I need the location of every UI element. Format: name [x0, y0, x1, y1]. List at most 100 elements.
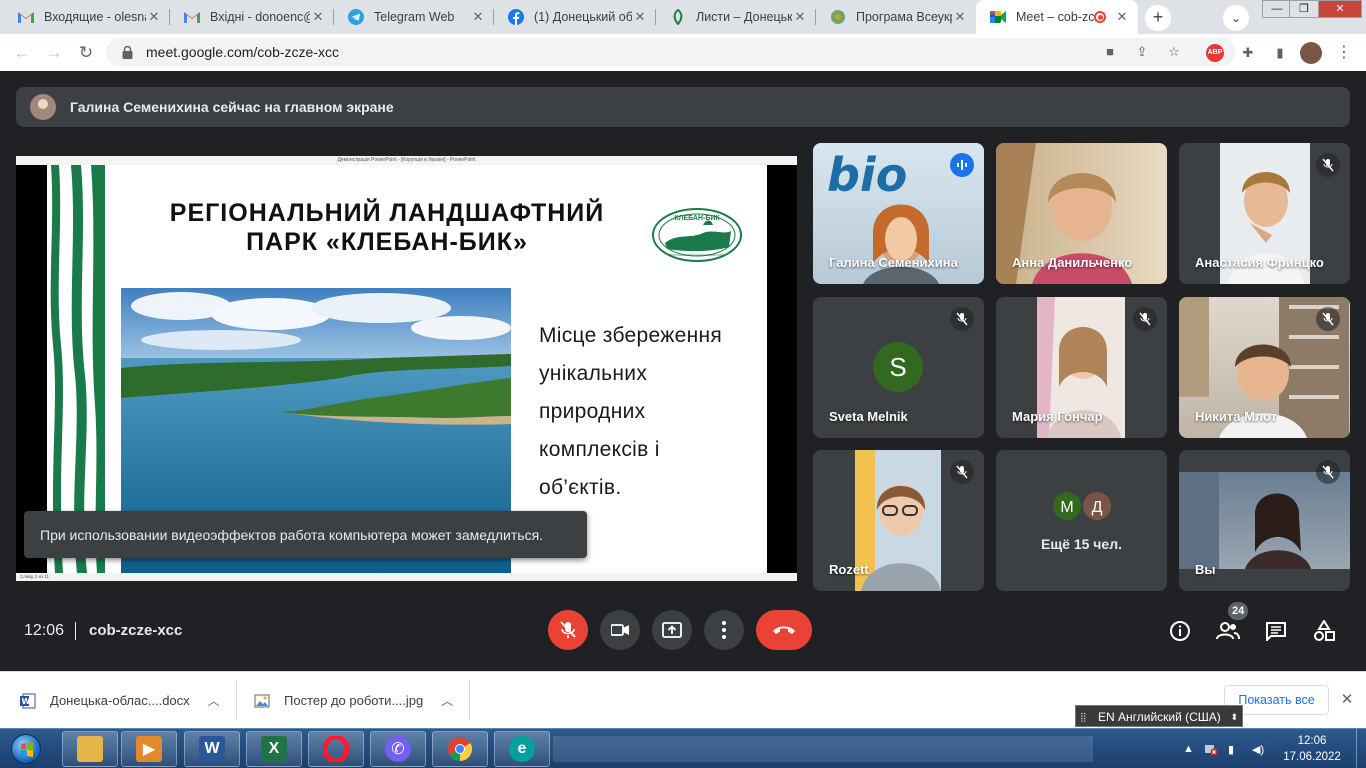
tab-meet-active[interactable]: Meet – cob-zcz ✕ — [976, 0, 1138, 34]
meeting-details-button[interactable] — [1167, 618, 1193, 644]
participant-video — [1179, 472, 1350, 569]
download-item[interactable]: W Донецька-облас....docx ︿ — [20, 672, 220, 729]
start-button[interactable] — [4, 731, 48, 767]
bookmark-star-icon[interactable]: ☆ — [1166, 44, 1182, 60]
participant-tile[interactable]: Мария Гончар — [996, 297, 1167, 438]
tab-title: Листи – Донецьк — [696, 10, 792, 24]
window-close-icon[interactable]: ✕ — [1318, 0, 1362, 18]
tab-telegram[interactable]: Telegram Web ✕ — [334, 0, 494, 34]
share-icon[interactable]: ⇪ — [1134, 44, 1150, 60]
tab-letters[interactable]: Листи – Донецьк ✕ — [656, 0, 816, 34]
participant-tile[interactable]: Никита Млот — [1179, 297, 1350, 438]
taskbar-notification-ghost — [553, 736, 1093, 762]
taskbar-chrome[interactable] — [432, 731, 488, 767]
maximize-icon[interactable]: ❐ — [1289, 0, 1319, 18]
chevron-up-icon[interactable]: ︿ — [208, 692, 220, 709]
profile-avatar[interactable] — [1300, 42, 1322, 64]
show-desktop-button[interactable] — [1356, 729, 1366, 768]
participant-tile[interactable]: Вы — [1179, 450, 1350, 591]
minimize-icon[interactable]: — — [1262, 0, 1292, 18]
participant-tile[interactable]: Rozett — [813, 450, 984, 591]
taskbar-viber[interactable]: ✆ — [370, 731, 426, 767]
participant-tile[interactable]: S Sveta Melnik — [813, 297, 984, 438]
network-error-icon[interactable] — [1204, 729, 1218, 768]
present-screen-button[interactable] — [652, 610, 692, 650]
chat-button[interactable] — [1263, 618, 1289, 644]
taskbar-word[interactable]: W — [184, 731, 240, 767]
participant-tile[interactable]: Анастасия Фринцко — [1179, 143, 1350, 284]
drag-handle-icon[interactable]: ⣿ — [1080, 706, 1087, 728]
tab-search-icon[interactable]: ⌄ — [1223, 5, 1249, 31]
more-participants-label: Ещё 15 чел. — [1041, 536, 1122, 552]
participant-initial-avatar: S — [873, 342, 923, 392]
language-indicator[interactable]: EN Английский (США) ⣿ ⬍ — [1075, 705, 1243, 727]
side-panel-icon[interactable]: ▮ — [1270, 43, 1290, 63]
divider — [75, 622, 76, 640]
divider — [236, 680, 237, 720]
extensions-puzzle-icon[interactable]: ✚ — [1238, 43, 1258, 63]
presenting-banner: Галина Семенихина сейчас на главном экра… — [16, 87, 1350, 127]
taskbar-media-player[interactable]: ▶ — [121, 731, 177, 767]
word-icon: W — [199, 736, 225, 762]
volume-icon[interactable]: ◀) — [1252, 729, 1264, 768]
mic-toggle-button[interactable] — [548, 610, 588, 650]
tab-gmail-inbox[interactable]: Входящие - olesna ✕ — [4, 0, 170, 34]
adblock-icon[interactable]: ABP — [1206, 44, 1224, 62]
menu-kebab-icon[interactable]: ⋮ — [1334, 43, 1354, 63]
tab-program[interactable]: Програма Всеукр ✕ — [816, 0, 976, 34]
people-icon — [1216, 622, 1240, 640]
forward-arrow-icon[interactable]: → — [42, 41, 66, 65]
presenting-text: Галина Семенихина сейчас на главном экра… — [70, 99, 394, 115]
tab-gmail-incoming[interactable]: Вхідні - donoenc@ ✕ — [170, 0, 334, 34]
close-icon[interactable]: ✕ — [792, 9, 808, 25]
camera-in-use-icon[interactable]: ■ — [1102, 44, 1118, 60]
svg-text:bio: bio — [827, 148, 907, 202]
close-icon[interactable]: ✕ — [310, 9, 326, 25]
close-icon[interactable]: ✕ — [1338, 691, 1356, 709]
clock-time: 12:06 — [1297, 735, 1327, 747]
taskbar-clock[interactable]: 12:06 17.06.2022 — [1276, 733, 1348, 765]
camera-icon — [611, 624, 629, 636]
excel-icon: X — [261, 736, 287, 762]
leaf-icon — [670, 9, 686, 25]
mic-off-icon — [950, 460, 974, 484]
mic-off-icon — [1316, 460, 1340, 484]
close-icon[interactable]: ✕ — [632, 9, 648, 25]
battery-icon[interactable]: ▮ — [1228, 729, 1234, 768]
tab-facebook[interactable]: (1) Донецький об ✕ — [494, 0, 656, 34]
more-participants-tile[interactable]: М Д Ещё 15 чел. — [996, 450, 1167, 591]
tab-title: (1) Донецький об — [534, 10, 632, 24]
close-icon[interactable]: ✕ — [470, 9, 486, 25]
activities-button[interactable] — [1311, 618, 1337, 644]
download-item[interactable]: Постер до роботи....jpg ︿ — [254, 672, 453, 729]
taskbar-explorer[interactable] — [62, 731, 118, 767]
tray-show-hidden-icon[interactable]: ▲ — [1183, 729, 1194, 768]
taskbar-opera[interactable] — [308, 731, 364, 767]
close-icon[interactable]: ✕ — [952, 9, 968, 25]
chevron-down-icon[interactable]: ⬍ — [1230, 706, 1238, 728]
address-bar[interactable]: meet.google.com/cob-zcze-xcc ■ ⇪ ☆ — [106, 38, 1236, 66]
camera-toggle-button[interactable] — [600, 610, 640, 650]
chevron-up-icon[interactable]: ︿ — [441, 692, 453, 709]
taskbar-eset[interactable]: e — [494, 731, 550, 767]
taskbar-excel[interactable]: X — [246, 731, 302, 767]
back-arrow-icon[interactable]: ← — [10, 41, 34, 65]
participant-tile[interactable]: bio Галина Семенихина — [813, 143, 984, 284]
more-options-button[interactable] — [704, 610, 744, 650]
new-tab-button[interactable]: + — [1145, 5, 1171, 31]
slide-title: РЕГІОНАЛЬНИЙ ЛАНДШАФТНИЙ ПАРК «КЛЕБАН-БИ… — [137, 199, 637, 257]
windows-logo-icon — [11, 734, 41, 764]
leave-call-button[interactable] — [756, 610, 812, 650]
download-filename: Донецька-облас....docx — [50, 693, 190, 708]
close-icon[interactable]: ✕ — [1114, 9, 1130, 25]
reload-icon[interactable]: ↻ — [74, 41, 98, 65]
media-player-icon: ▶ — [136, 736, 162, 762]
powerpoint-statusbar: Слайд 2 из 11 — [16, 573, 797, 581]
participant-tile[interactable]: Анна Данильченко — [996, 143, 1167, 284]
kebab-menu-icon — [722, 621, 726, 639]
people-button[interactable] — [1215, 618, 1241, 644]
facebook-icon — [508, 9, 524, 25]
close-icon[interactable]: ✕ — [146, 9, 162, 25]
participant-name: Sveta Melnik — [829, 409, 908, 424]
participant-name: Вы — [1195, 562, 1216, 577]
